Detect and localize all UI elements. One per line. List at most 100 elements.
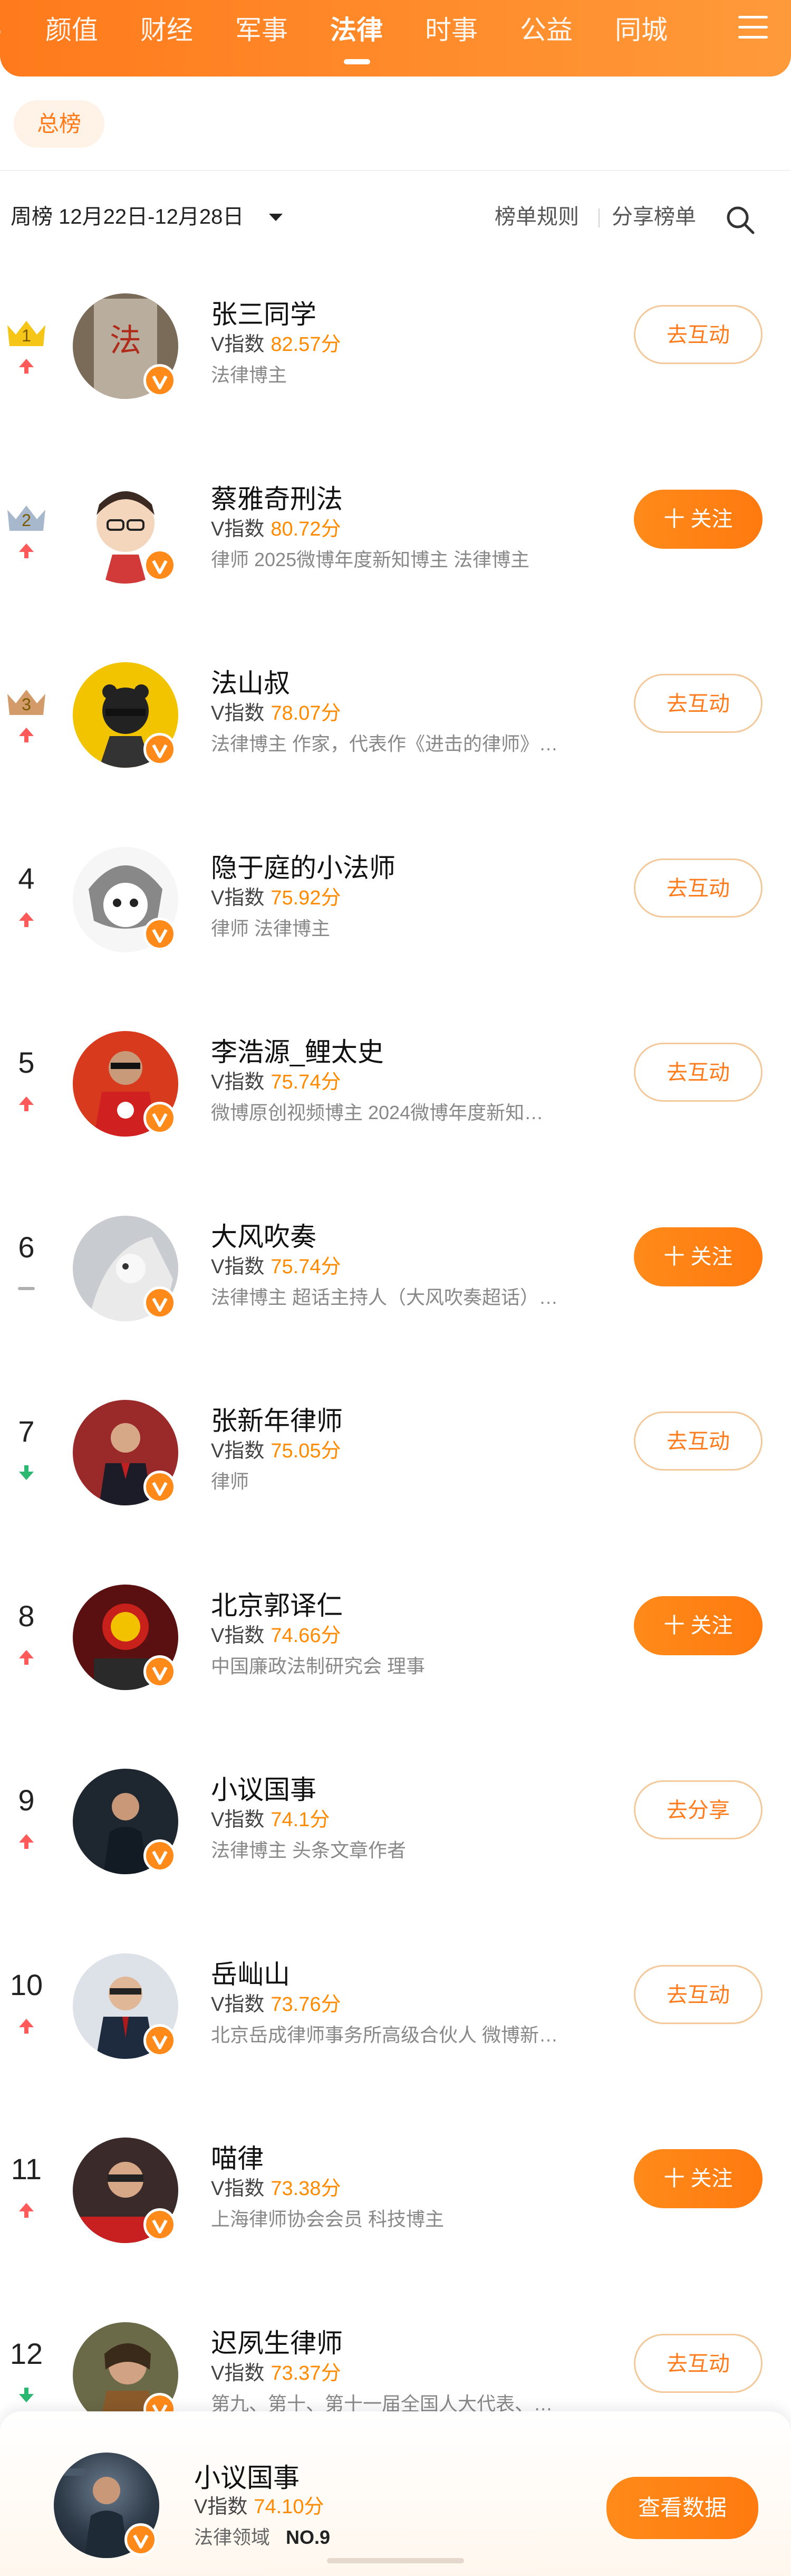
ranking-row[interactable]: 1 法 张三同学 V指数 82.57分 法律博主 去互动 <box>0 279 791 437</box>
rank-number: 9 <box>18 1783 35 1817</box>
avatar[interactable] <box>73 478 178 584</box>
svg-text:法: 法 <box>110 322 141 359</box>
v-index: V指数 80.72分 <box>211 518 341 540</box>
user-description: 法律博主 头条文章作者 <box>211 1839 407 1861</box>
avatar[interactable] <box>73 1216 178 1321</box>
follow-button[interactable]: 十 关注 <box>634 2149 763 2208</box>
interact-button[interactable]: 去互动 <box>634 1043 763 1102</box>
my-field: 法律领域 NO.9 <box>194 2526 331 2548</box>
rank-number: 5 <box>18 1046 35 1079</box>
rank-number: 8 <box>18 1599 35 1633</box>
user-name[interactable]: 隐于庭的小法师 <box>211 851 396 885</box>
week-toolbar: 周榜 12月22日-12月28日 榜单规则 分享榜单 <box>0 193 791 240</box>
interact-button[interactable]: 去互动 <box>634 858 763 918</box>
user-name[interactable]: 岳屾山 <box>211 1958 290 1991</box>
interact-button[interactable]: 去互动 <box>634 674 763 733</box>
category-pill-overall[interactable]: 总榜 <box>14 100 104 148</box>
interact-button[interactable]: 去互动 <box>634 2334 763 2393</box>
trend-up-icon <box>19 2203 34 2218</box>
avatar[interactable] <box>73 1953 178 2059</box>
user-name[interactable]: 迟夙生律师 <box>211 2326 343 2360</box>
ranking-row[interactable]: 10 岳屾山 V指数 73.76分 北京岳成律师事务所高级合伙人 微博新… 去互动 <box>0 1939 791 2097</box>
tab-law[interactable]: 法律 <box>330 12 383 49</box>
follow-button[interactable]: 十 关注 <box>634 490 763 549</box>
ranking-row[interactable]: 5 李浩源_鲤太史 V指数 75.74分 微博原创视频博主 2024微博年度新知… 去互动 <box>0 1016 791 1175</box>
rules-link[interactable]: 榜单规则 <box>495 202 579 232</box>
avatar[interactable] <box>73 1585 178 1690</box>
avatar[interactable] <box>73 1769 178 1874</box>
trend-up-icon <box>19 359 34 374</box>
user-name[interactable]: 小议国事 <box>211 1773 316 1807</box>
week-selector[interactable]: 周榜 12月22日-12月28日 <box>11 202 244 232</box>
ranking-row[interactable]: 11 喵律 V指数 73.38分 上海律师协会会员 科技博主 十 关注 <box>0 2123 791 2281</box>
interact-button[interactable]: 去互动 <box>634 1411 763 1471</box>
menu-icon[interactable] <box>738 16 768 43</box>
ranking-row[interactable]: 6 大风吹奏 V指数 75.74分 法律博主 超话主持人（大风吹奏超话）… 十 关注 <box>0 1201 791 1359</box>
v-score: 75.92分 <box>271 887 341 909</box>
verified-badge-icon <box>143 1471 176 1503</box>
avatar[interactable]: 法 <box>73 293 178 399</box>
share-ranking-link[interactable]: 分享榜单 <box>612 202 696 232</box>
user-name[interactable]: 张新年律师 <box>211 1404 343 1438</box>
ranking-row[interactable]: 7 张新年律师 V指数 75.05分 律师 去互动 <box>0 1385 791 1543</box>
trend-up-icon <box>19 728 34 742</box>
avatar[interactable] <box>73 847 178 952</box>
tab-beauty[interactable]: 颜值 <box>45 12 98 49</box>
verified-badge-icon <box>143 364 176 397</box>
rank-number: 10 <box>9 1968 43 2001</box>
v-index: V指数 75.74分 <box>211 1071 341 1093</box>
interact-button[interactable]: 去互动 <box>634 1965 763 2024</box>
search-icon[interactable] <box>725 204 756 236</box>
user-description: 法律博主 超话主持人（大风吹奏超话）… <box>211 1286 558 1308</box>
tab-current-affairs[interactable]: 时事 <box>425 12 478 49</box>
my-score: 74.10分 <box>254 2496 324 2518</box>
v-score: 73.37分 <box>271 2362 341 2384</box>
my-rank-no: NO.9 <box>286 2526 331 2548</box>
rank-number: 7 <box>18 1415 35 1448</box>
ranking-row[interactable]: 8 北京郭译仁 V指数 74.66分 中国廉政法制研究会 理事 十 关注 <box>0 1570 791 1728</box>
trend-down-icon <box>19 2388 34 2402</box>
ranking-row[interactable]: 2 蔡雅奇刑法 V指数 80.72分 律师 2025微博年度新知博主 法律博主 十 关注 <box>0 463 791 622</box>
tab-military[interactable]: 军事 <box>235 12 288 49</box>
divider <box>0 170 791 171</box>
user-name[interactable]: 大风吹奏 <box>211 1220 316 1254</box>
trend-down-icon <box>19 1465 34 1480</box>
verified-badge-icon <box>143 1102 176 1134</box>
user-name[interactable]: 李浩源_鲤太史 <box>211 1035 384 1069</box>
share-button[interactable]: 去分享 <box>634 1780 763 1839</box>
tab-local[interactable]: 同城 <box>615 12 668 49</box>
trend-up-icon <box>19 2019 34 2034</box>
avatar[interactable] <box>73 662 178 768</box>
user-name[interactable]: 蔡雅奇刑法 <box>211 482 343 516</box>
avatar[interactable] <box>73 1031 178 1137</box>
follow-button[interactable]: 十 关注 <box>634 1596 763 1655</box>
user-description: 北京岳成律师事务所高级合伙人 微博新… <box>211 2024 558 2046</box>
avatar[interactable] <box>73 1400 178 1505</box>
user-description: 法律博主 作家，代表作《进击的律师》… <box>211 733 558 755</box>
user-description: 法律博主 <box>211 364 287 386</box>
tab-finance[interactable]: 财经 <box>140 12 193 49</box>
ranking-row[interactable]: 3 法山叔 V指数 78.07分 法律博主 作家，代表作《进击的律师》… 去互动 <box>0 647 791 806</box>
user-name[interactable]: 喵律 <box>211 2142 264 2176</box>
trend-up-icon <box>19 1834 34 1849</box>
ranking-row[interactable]: 4 隐于庭的小法师 V指数 75.92分 律师 法律博主 去互动 <box>0 832 791 990</box>
avatar[interactable] <box>54 2453 159 2558</box>
rank-number: 3 <box>22 695 31 714</box>
rank-number: 12 <box>9 2337 43 2370</box>
avatar[interactable] <box>73 2138 178 2243</box>
user-name[interactable]: 法山叔 <box>211 666 290 700</box>
interact-button[interactable]: 去互动 <box>634 305 763 364</box>
verified-badge-icon <box>143 549 176 581</box>
verified-badge-icon <box>143 1655 176 1688</box>
ranking-row[interactable]: 9 小议国事 V指数 74.1分 法律博主 头条文章作者 去分享 <box>0 1754 791 1912</box>
user-name[interactable]: 张三同学 <box>211 298 316 331</box>
view-data-button[interactable]: 查看数据 <box>606 2477 758 2539</box>
rank-crown-icon: 3 <box>5 685 47 717</box>
user-description: 律师 <box>211 1471 249 1492</box>
verified-badge-icon <box>124 2523 157 2556</box>
chevron-down-icon[interactable] <box>269 214 283 221</box>
tab-public-welfare[interactable]: 公益 <box>520 12 573 49</box>
user-description: 上海律师协会会员 科技博主 <box>211 2208 445 2230</box>
follow-button[interactable]: 十 关注 <box>634 1227 763 1286</box>
user-name[interactable]: 北京郭译仁 <box>211 1589 343 1623</box>
